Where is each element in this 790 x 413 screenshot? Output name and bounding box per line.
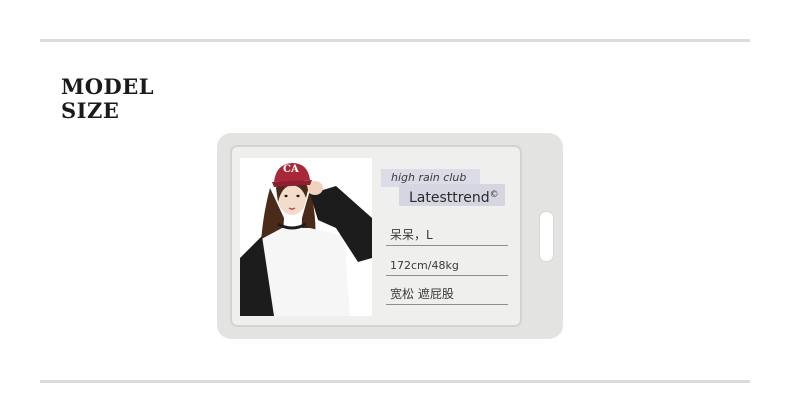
copyright-icon: © bbox=[489, 190, 499, 200]
model-name-size-field: 呆呆，L bbox=[386, 227, 508, 246]
section-title-line-2: SIZE bbox=[61, 98, 120, 123]
model-photo: CA bbox=[240, 158, 372, 316]
model-figure-illustration bbox=[240, 158, 372, 316]
height-weight-field: 172cm/48kg bbox=[386, 257, 508, 276]
brand-tag-large: Latesttrend© bbox=[399, 184, 505, 206]
top-divider bbox=[40, 39, 750, 42]
fit-description-field: 宽松 遮屁股 bbox=[386, 286, 508, 305]
section-title-line-1: MODEL bbox=[61, 74, 155, 99]
model-id-card: CA high rain club Latesttrend© 呆呆，L 172c… bbox=[217, 133, 563, 339]
cap-logo-text: CA bbox=[283, 164, 299, 175]
bottom-divider bbox=[40, 380, 750, 383]
brand-name: Latesttrend bbox=[409, 190, 490, 206]
card-slot-hole bbox=[539, 211, 554, 262]
section-title: MODEL SIZE bbox=[61, 75, 154, 123]
card-inner-frame: CA high rain club Latesttrend© 呆呆，L 172c… bbox=[230, 145, 522, 327]
